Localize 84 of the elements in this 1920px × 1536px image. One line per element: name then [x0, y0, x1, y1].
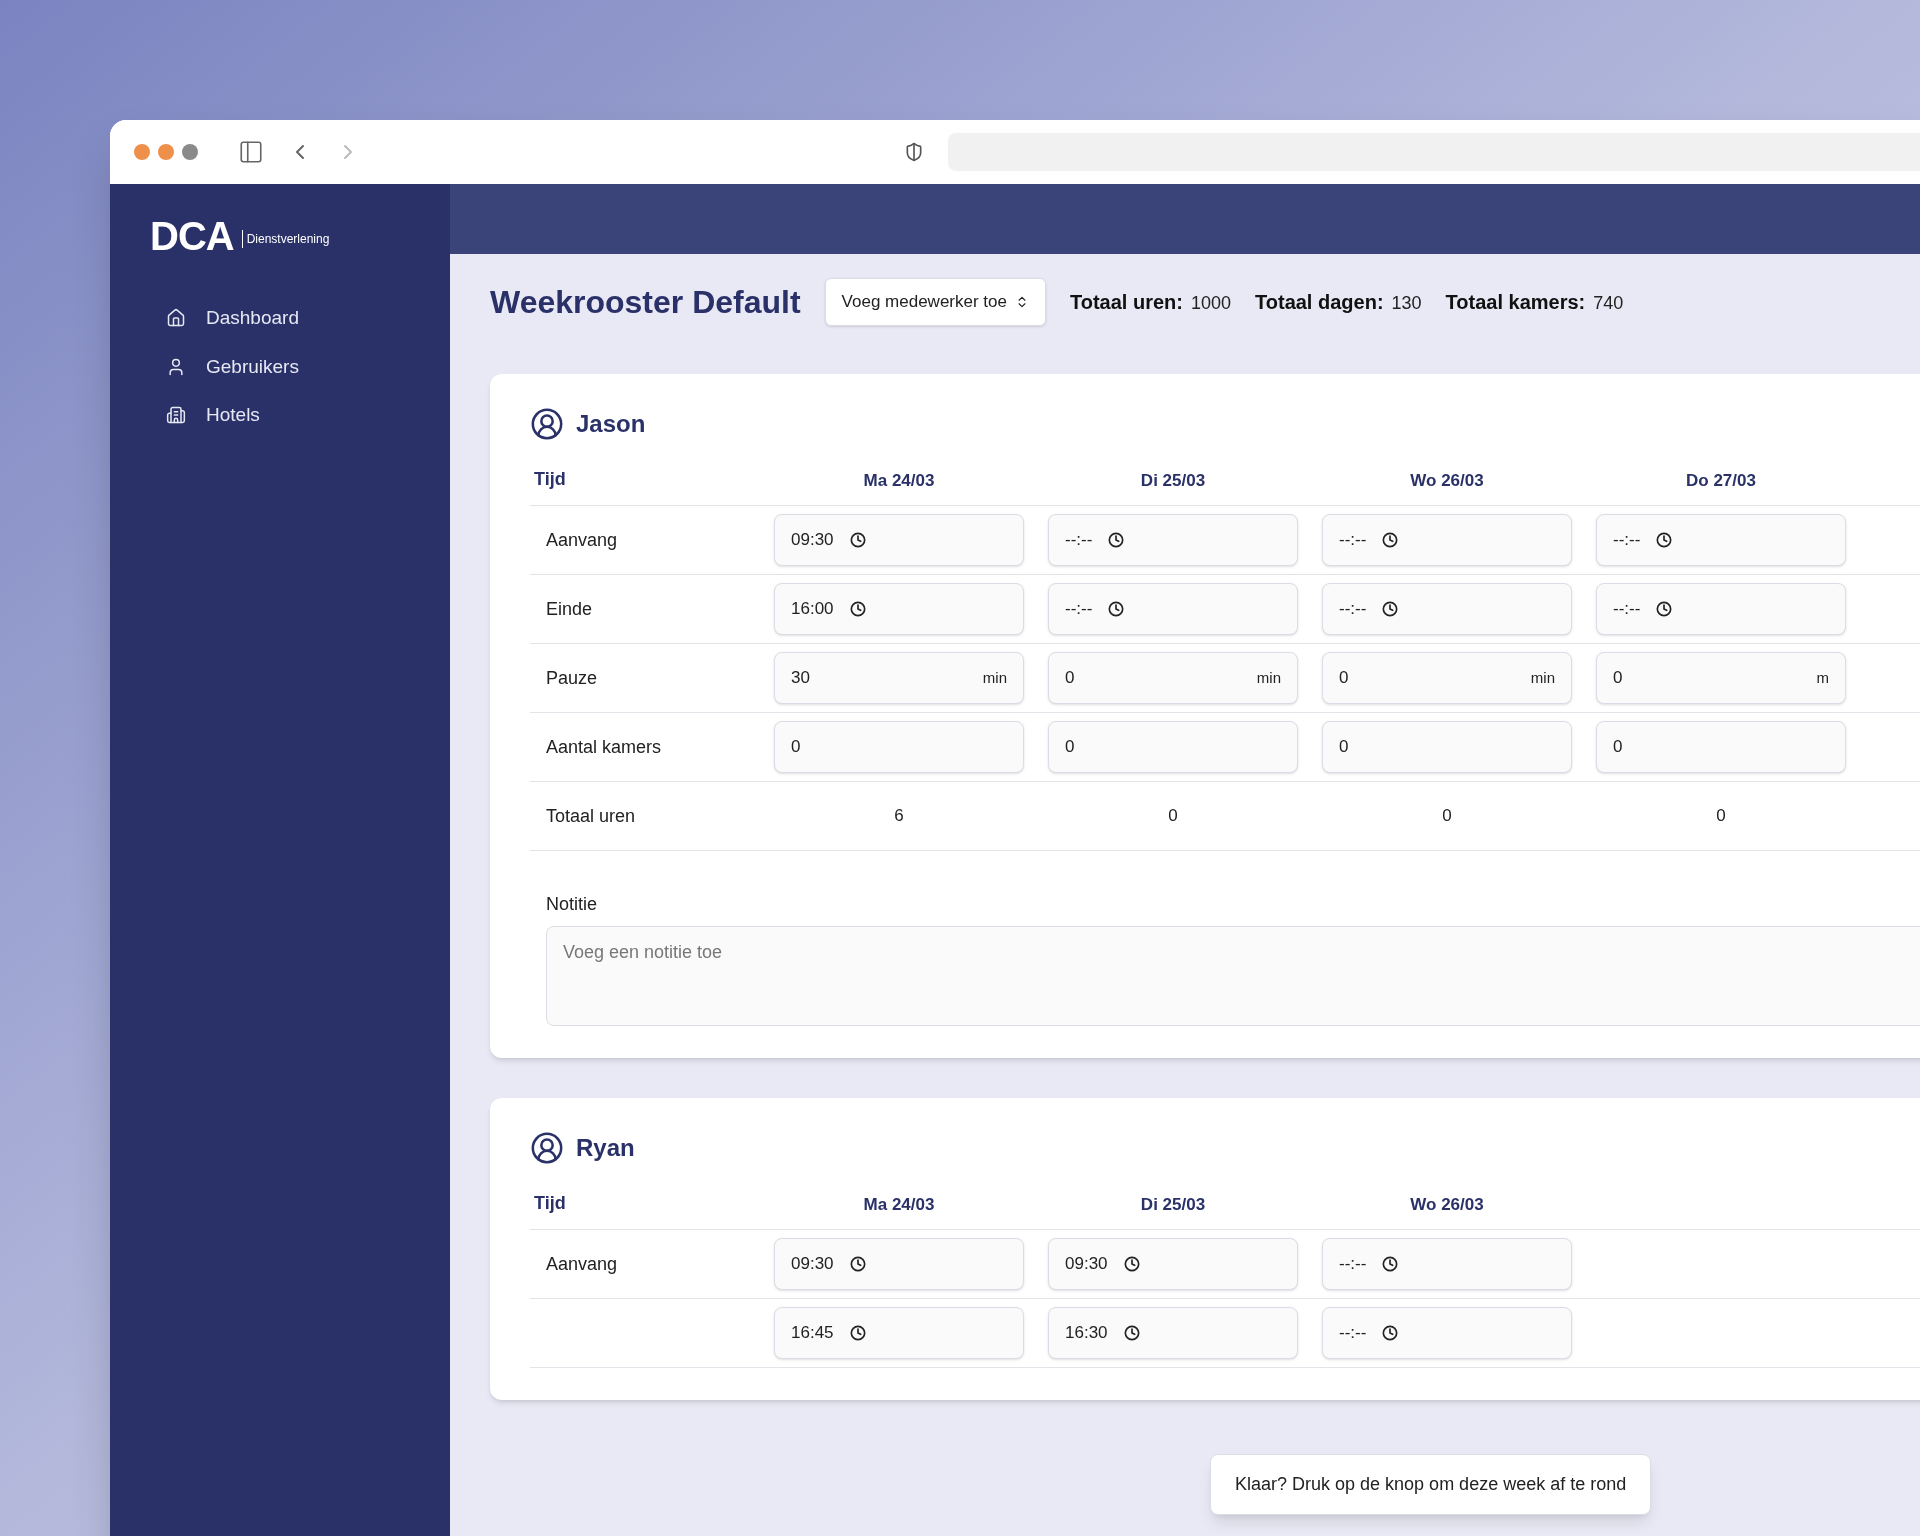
total-value: 0 — [1716, 805, 1726, 828]
stat-label: Totaal kamers: — [1445, 290, 1586, 315]
clock-icon — [1123, 1325, 1140, 1341]
day-heading: Ma 24/03 — [862, 469, 936, 492]
row-label: Einde — [545, 597, 594, 621]
user-icon — [166, 356, 186, 377]
number-field[interactable]: 0 — [1322, 721, 1572, 773]
employee-name: Ryan — [576, 1133, 635, 1163]
time-field[interactable]: --:-- — [1322, 514, 1572, 566]
clock-icon — [1382, 601, 1399, 617]
row-label: Aanvang — [545, 528, 619, 552]
stat-value: 1000 — [1190, 292, 1231, 315]
user-circle-icon — [530, 1131, 564, 1165]
clock-icon — [849, 1256, 866, 1272]
clock-icon — [1382, 1325, 1399, 1341]
clock-icon — [1656, 601, 1673, 617]
clock-icon — [1123, 1256, 1140, 1272]
sidebar-toggle-icon[interactable] — [238, 139, 264, 165]
number-field[interactable]: 0 — [1596, 721, 1846, 773]
tooltip: Klaar? Druk op de knop om deze week af te rond — [1210, 1454, 1652, 1515]
number-field[interactable]: 0 — [774, 721, 1024, 773]
day-heading: Di 25/03 — [1139, 1193, 1207, 1216]
time-field[interactable]: --:-- — [1322, 1307, 1572, 1359]
clock-icon — [1382, 532, 1399, 548]
clock-icon — [1382, 1256, 1399, 1272]
unit-label: min — [1530, 667, 1555, 688]
total-value: 0 — [1442, 805, 1452, 828]
clock-icon — [849, 532, 866, 548]
number-field[interactable]: 0 m — [1596, 652, 1846, 704]
time-field[interactable]: 09:30 — [1048, 1238, 1298, 1290]
time-field[interactable]: --:-- — [1048, 583, 1298, 635]
employee-select[interactable]: Voeg medewerker toe — [824, 278, 1046, 326]
unit-label: min — [1256, 667, 1281, 688]
number-field[interactable]: 30 min — [774, 652, 1024, 704]
note-label: Notitie — [546, 893, 599, 916]
stat-label: Totaal uren: — [1070, 290, 1183, 315]
nav-link[interactable]: Dashboard — [166, 304, 410, 333]
row-label: Aanvang — [545, 1252, 619, 1276]
building-icon — [166, 405, 186, 426]
clock-icon — [849, 1325, 866, 1341]
day-heading: Ma 24/03 — [862, 1193, 936, 1216]
shield-icon — [904, 142, 924, 162]
clock-icon — [1108, 601, 1125, 617]
time-field[interactable]: 16:45 — [774, 1307, 1024, 1359]
day-heading: Wo 26/03 — [1409, 469, 1485, 492]
unit-label: m — [1816, 667, 1829, 688]
stat-label: Totaal dagen: — [1255, 290, 1384, 315]
time-field[interactable]: --:-- — [1596, 583, 1846, 635]
house-icon — [166, 308, 186, 329]
nav-link[interactable]: Gebruikers — [166, 352, 410, 381]
user-circle-icon — [530, 407, 564, 441]
row-label: Aantal kamers — [545, 735, 663, 759]
logo-tagline: Dienstverlening — [241, 230, 330, 248]
row-label: Pauze — [545, 666, 599, 690]
time-field[interactable]: --:-- — [1322, 583, 1572, 635]
time-field[interactable]: --:-- — [1596, 514, 1846, 566]
day-heading: Di 25/03 — [1139, 469, 1207, 492]
time-field[interactable]: 09:30 — [774, 514, 1024, 566]
employee-name: Jason — [576, 409, 646, 439]
clock-icon — [1656, 532, 1673, 548]
logo-mark: DCA — [150, 216, 234, 256]
number-field[interactable]: 0 min — [1048, 652, 1298, 704]
clock-icon — [849, 601, 866, 617]
time-field[interactable]: 09:30 — [774, 1238, 1024, 1290]
total-value: 0 — [1168, 805, 1178, 828]
nav-link[interactable]: Hotels — [166, 401, 410, 430]
note-field[interactable]: Voeg een notitie toe — [546, 926, 1920, 1026]
time-field[interactable]: --:-- — [1322, 1238, 1572, 1290]
time-field[interactable]: 16:30 — [1048, 1307, 1298, 1359]
unit-label: min — [982, 667, 1007, 688]
column-heading: Tijd — [533, 1192, 567, 1215]
time-field[interactable]: 16:00 — [774, 583, 1024, 635]
number-field[interactable]: 0 — [1048, 721, 1298, 773]
page-title: Weekrooster Default — [490, 283, 801, 322]
column-heading: Tijd — [533, 468, 567, 491]
number-field[interactable]: 0 min — [1322, 652, 1572, 704]
time-field[interactable]: --:-- — [1048, 514, 1298, 566]
stat-value: 130 — [1391, 292, 1422, 315]
row-label: Totaal uren — [545, 804, 637, 828]
total-value: 6 — [894, 805, 904, 828]
stat-value: 740 — [1593, 292, 1624, 315]
day-heading: Do 27/03 — [1685, 469, 1757, 492]
clock-icon — [1108, 532, 1125, 548]
day-heading: Wo 26/03 — [1409, 1193, 1485, 1216]
